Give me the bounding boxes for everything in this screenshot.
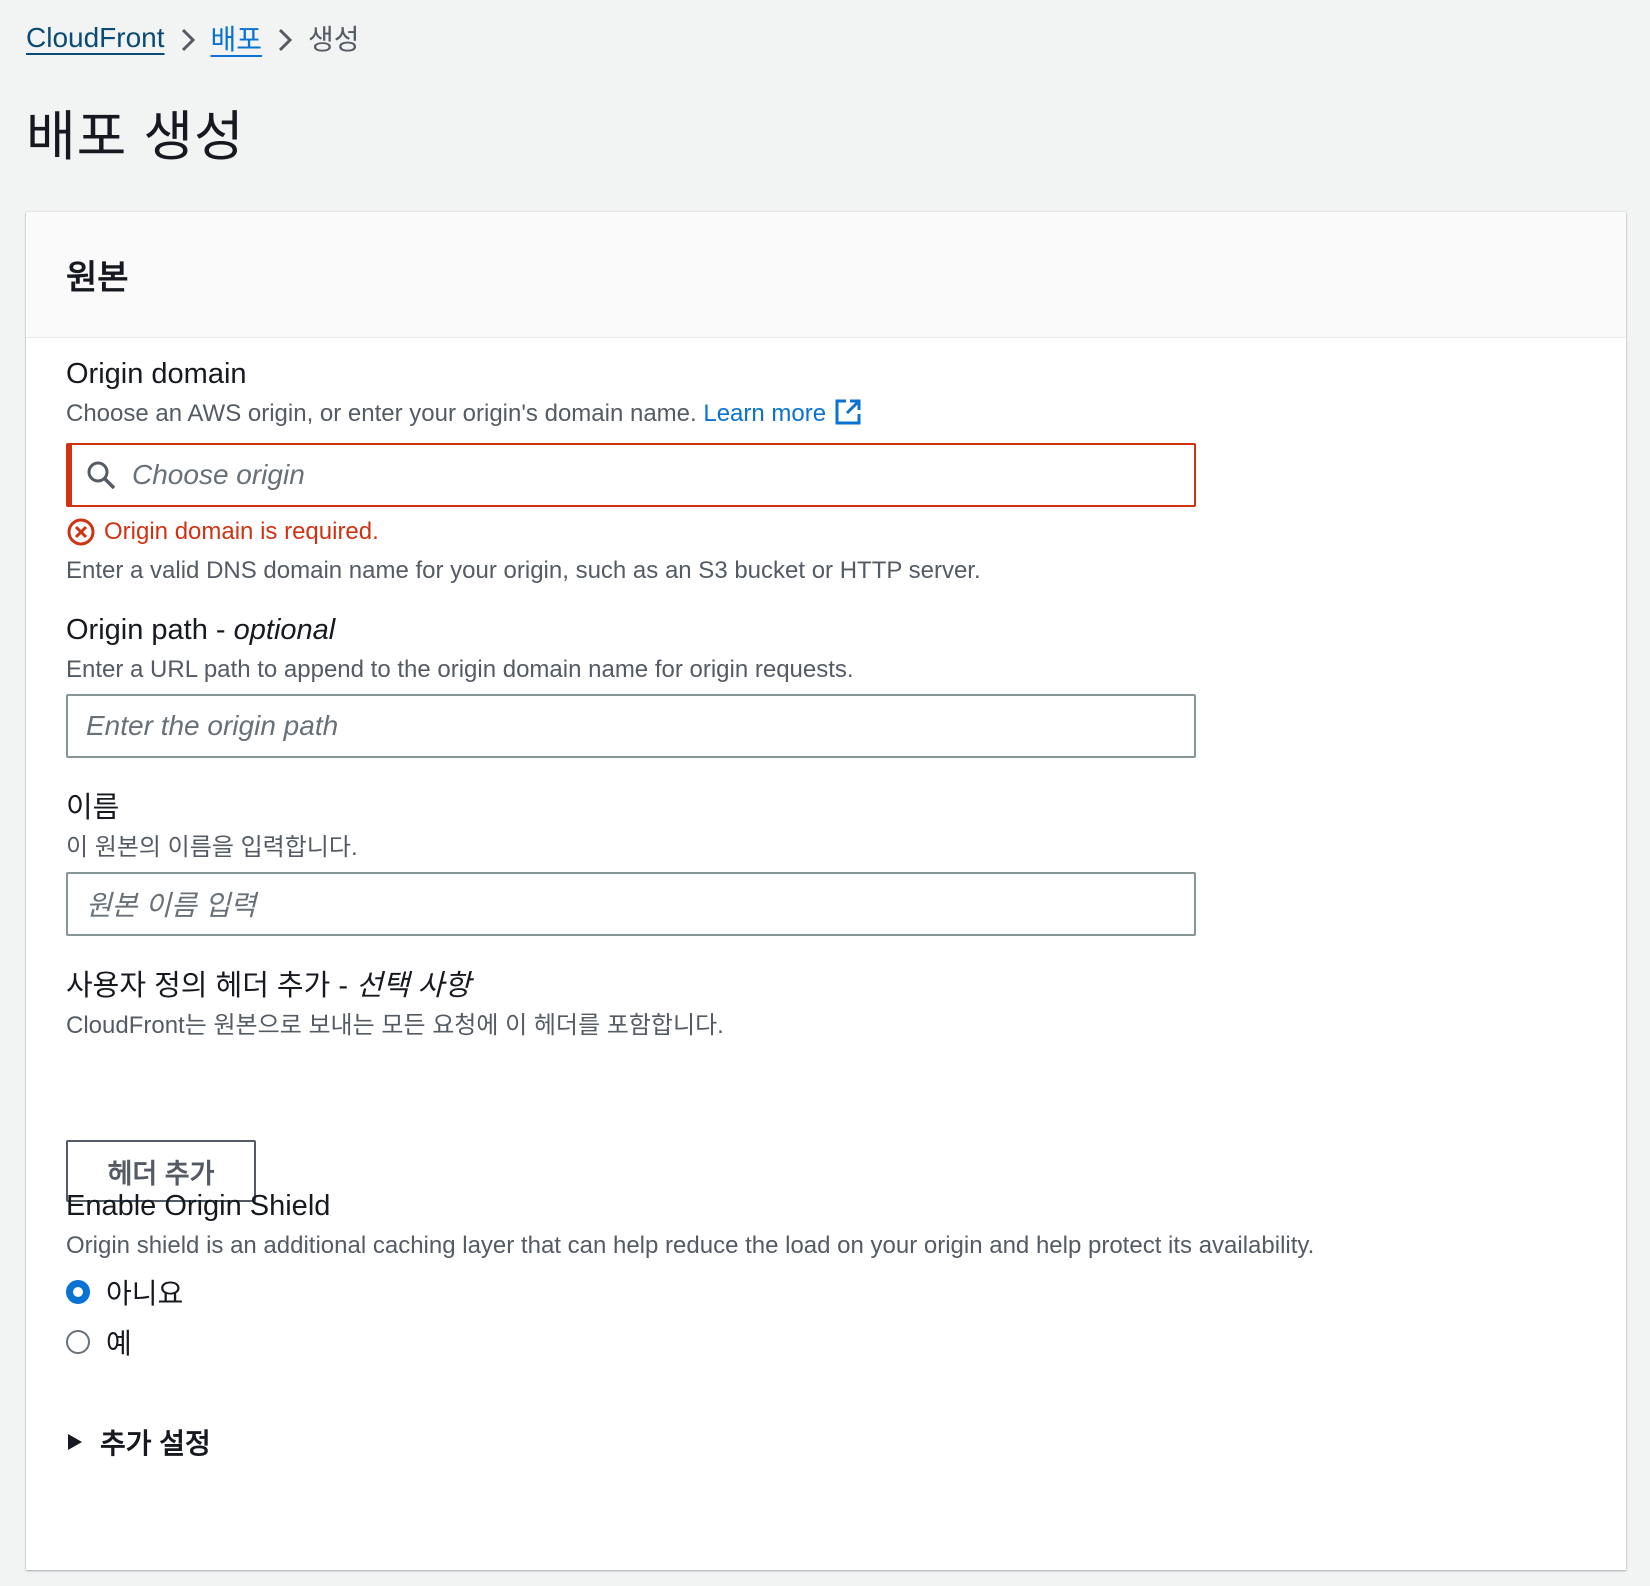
origin-name-field: 이름 이 원본의 이름을 입력합니다. 원본 이름 입력	[66, 790, 1196, 936]
origin-shield-label: Enable Origin Shield	[66, 1190, 331, 1222]
origin-shield-option-no-label: 아니요	[106, 1278, 184, 1309]
origin-domain-input[interactable]: Choose origin	[66, 443, 1196, 507]
origin-domain-error-text: Origin domain is required.	[104, 518, 379, 545]
origin-shield-field: Enable Origin Shield Origin shield is an…	[66, 1188, 1314, 1364]
origin-shield-option-yes-label: 예	[106, 1328, 132, 1359]
panel-title: 원본	[66, 259, 129, 297]
origin-domain-placeholder: Choose origin	[132, 459, 305, 490]
learn-more-text: Learn more	[703, 400, 827, 427]
origin-path-label: Origin path - optional	[66, 612, 1196, 648]
learn-more-link[interactable]: Learn more	[703, 399, 862, 427]
origin-panel: 원본 Origin domain Choose an AWS origin, o…	[26, 212, 1626, 1570]
origin-domain-label: Origin domain	[66, 358, 247, 390]
custom-headers-description: CloudFront는 원본으로 보내는 모든 요청에 이 헤더를 포함합니다.	[66, 1012, 724, 1039]
page-title: 배포 생성	[26, 107, 245, 167]
origin-path-label-text: Origin path -	[66, 614, 234, 646]
origin-name-placeholder: 원본 이름 입력	[86, 890, 257, 921]
origin-shield-option-no[interactable]: 아니요	[66, 1270, 1196, 1314]
additional-settings-label: 추가 설정	[100, 1428, 211, 1459]
chevron-right-icon	[165, 22, 211, 54]
origin-name-label: 이름	[66, 792, 120, 824]
custom-headers-optional: 선택 사항	[356, 970, 471, 1002]
additional-settings-expander[interactable]: 추가 설정	[66, 1422, 211, 1462]
origin-domain-field: Origin domain Choose an AWS origin, or e…	[66, 356, 1196, 585]
caret-right-icon	[68, 1434, 82, 1450]
origin-name-input[interactable]: 원본 이름 입력	[66, 872, 1196, 936]
origin-name-description: 이 원본의 이름을 입력합니다.	[66, 834, 358, 861]
custom-headers-field: 사용자 정의 헤더 추가 - 선택 사항 CloudFront는 원본으로 보내…	[66, 968, 1196, 1042]
chevron-right-icon	[262, 22, 308, 54]
origin-path-placeholder: Enter the origin path	[86, 710, 339, 741]
breadcrumb-cloudfront[interactable]: CloudFront	[26, 22, 165, 54]
custom-headers-label: 사용자 정의 헤더 추가 - 선택 사항	[66, 968, 1196, 1004]
breadcrumb-current: 생성	[308, 24, 360, 55]
radio-selected-icon[interactable]	[66, 1280, 90, 1304]
error-icon	[67, 518, 95, 546]
origin-path-description: Enter a URL path to append to the origin…	[66, 656, 854, 683]
breadcrumb: CloudFront 배포 생성	[26, 18, 360, 58]
breadcrumb-distributions[interactable]: 배포	[211, 18, 263, 58]
origin-domain-description-text: Choose an AWS origin, or enter your orig…	[66, 400, 697, 427]
custom-headers-label-text: 사용자 정의 헤더 추가 -	[66, 970, 357, 1002]
origin-domain-error: Origin domain is required.	[66, 517, 1196, 547]
origin-domain-hint: Enter a valid DNS domain name for your o…	[66, 557, 981, 584]
origin-path-field: Origin path - optional Enter a URL path …	[66, 612, 1196, 758]
origin-path-input[interactable]: Enter the origin path	[66, 694, 1196, 758]
panel-header: 원본	[26, 212, 1626, 338]
origin-shield-radio-group: 아니요 예	[66, 1270, 1196, 1364]
radio-unselected-icon[interactable]	[66, 1330, 90, 1354]
origin-domain-description: Choose an AWS origin, or enter your orig…	[66, 398, 1196, 435]
external-link-icon	[834, 398, 862, 435]
search-icon	[86, 460, 116, 490]
origin-shield-option-yes[interactable]: 예	[66, 1320, 1196, 1364]
origin-path-optional: optional	[233, 614, 336, 646]
origin-shield-description: Origin shield is an additional caching l…	[66, 1232, 1315, 1259]
